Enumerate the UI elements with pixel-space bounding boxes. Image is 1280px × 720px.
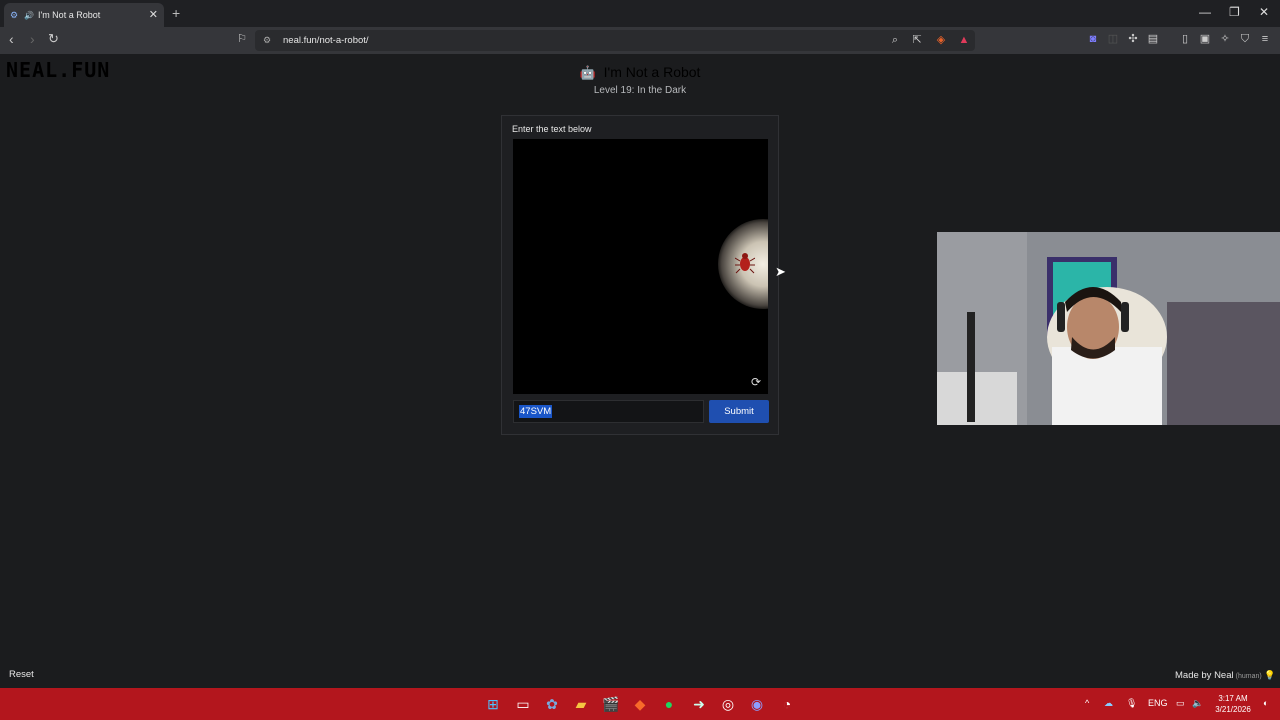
notification-icon[interactable]: ◐ [1263,698,1268,708]
spotify-icon[interactable]: ● [660,695,678,713]
answer-selected-text: 47SVM [519,405,553,418]
lightbulb-icon: 💡 [1264,670,1276,680]
leo-ai-icon[interactable]: ✧ [1219,33,1231,45]
submit-button[interactable]: Submit [709,400,769,423]
language-indicator[interactable]: ENG [1148,698,1168,708]
app-arrow-icon[interactable]: ➜ [690,695,708,713]
tab-strip: ⚙ 🔊 I'm Not a Robot ✕ + — ❐ ✕ [0,0,1280,27]
forward-icon[interactable]: › [30,31,35,47]
volume-icon[interactable]: 🔈 [1192,698,1203,709]
obs-icon[interactable]: ◎ [719,695,737,713]
speaker-icon[interactable]: 🔊 [24,11,34,20]
reset-button[interactable]: Reset [9,669,34,680]
page-title: 🤖 I'm Not a Robot [0,64,1280,81]
extension-disabled-icon[interactable]: ◫ [1107,33,1119,45]
copilot-icon[interactable]: ✿ [543,695,561,713]
reload-icon[interactable]: ↻ [48,31,59,47]
zoom-icon[interactable]: ⌕ [889,34,901,46]
microphone-icon[interactable]: 🎙 [1126,698,1137,709]
bookmark-icon[interactable]: ⚐ [236,33,248,45]
webcam-picture [937,232,1280,425]
level-subtitle: Level 19: In the Dark [593,85,687,96]
made-by-tag: (human) [1235,673,1262,680]
file-explorer-icon[interactable]: ▰ [572,695,590,713]
wallet-icon[interactable]: ▣ [1199,33,1211,45]
rewards-icon[interactable]: ▲ [958,34,970,46]
shields-icon[interactable]: ◈ [935,34,947,46]
captcha-instruction: Enter the text below [512,124,592,134]
robot-icon: 🤖 [579,65,596,80]
tab-title: I'm Not a Robot [37,10,101,20]
close-window-icon[interactable]: ✕ [1259,5,1269,19]
refresh-captcha-icon[interactable]: ⟳ [751,375,761,389]
discord-icon[interactable]: ◉ [748,695,766,713]
media-icon[interactable]: ▤ [1147,33,1159,45]
made-by-text: Made by Neal [1175,670,1234,681]
minimize-icon[interactable]: — [1199,5,1211,19]
made-by-link[interactable]: Made by Neal (human) 💡 [1175,670,1276,681]
page-title-text: I'm Not a Robot [603,64,701,80]
back-icon[interactable]: ‹ [9,31,14,47]
close-tab-icon[interactable]: ✕ [149,8,158,21]
extension-twitch-icon[interactable]: ◙ [1087,33,1099,45]
windows-taskbar: ⊞ ▭ ✿ ▰ 🎬 ◆ ● ➜ ◎ ◉ ◔ ^ ☁ 🎙 ENG ▭ 🔈 3:17… [0,688,1280,720]
new-tab-button[interactable]: + [172,5,180,21]
network-icon[interactable]: ▭ [1176,698,1185,709]
brave-icon[interactable]: ◆ [631,695,649,713]
restore-icon[interactable]: ❐ [1229,5,1240,19]
clapperboard-icon[interactable]: 🎬 [602,695,620,713]
task-view-icon[interactable]: ▭ [514,695,532,713]
browser-toolbar: ‹ › ↻ ⚐ ⚙ neal.fun/not-a-robot/ ⌕ ⇱ ◈ ▲ … [0,27,1280,54]
webcam-overlay [937,232,1280,425]
tab-active[interactable]: ⚙ 🔊 I'm Not a Robot ✕ [4,3,164,27]
captcha-box: Enter the text below ⟳ 47SVM Submit [501,115,779,435]
share-icon[interactable]: ⇱ [911,34,923,46]
sidebar-icon[interactable]: ▯ [1179,33,1191,45]
address-bar[interactable]: ⚙ neal.fun/not-a-robot/ ⌕ ⇱ ◈ ▲ [255,30,975,51]
taskbar-clock[interactable]: 3:17 AM 3/21/2026 [1210,693,1256,715]
mouse-cursor-icon: ➤ [775,264,786,279]
page-content: NEAL.FUN 🤖 I'm Not a Robot Level 19: In … [0,54,1280,688]
robot-favicon-icon: ⚙ [10,10,19,20]
menu-icon[interactable]: ≡ [1259,33,1271,45]
clock-time: 3:17 AM [1218,694,1248,703]
clock-date: 3/21/2026 [1215,705,1251,714]
app-clock-icon[interactable]: ◔ [778,695,796,713]
captcha-answer-input[interactable]: 47SVM [513,400,704,423]
site-info-icon[interactable]: ⚙ [263,30,271,51]
url-text: neal.fun/not-a-robot/ [283,35,369,46]
vpn-icon[interactable]: ⛉ [1239,33,1251,45]
tray-chevron-icon[interactable]: ^ [1085,698,1089,708]
onedrive-icon[interactable]: ☁ [1104,698,1113,709]
red-bug-icon [735,253,755,274]
captcha-dark-image[interactable]: ⟳ [513,139,768,394]
start-icon[interactable]: ⊞ [484,695,502,713]
extensions-icon[interactable]: ✣ [1127,33,1139,45]
